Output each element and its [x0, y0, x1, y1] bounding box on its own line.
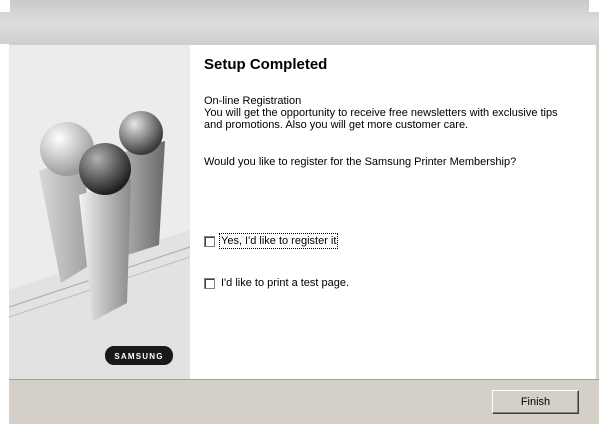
decorative-graphic: SAMSUNG [9, 45, 190, 379]
page-title: Setup Completed [204, 56, 328, 73]
register-option[interactable]: Yes, I'd like to register it [204, 233, 339, 249]
register-checkbox-label[interactable]: Yes, I'd like to register it [218, 233, 339, 249]
sidebar-illustration: SAMSUNG [9, 45, 191, 379]
test-page-option[interactable]: I'd like to print a test page. [204, 275, 349, 291]
test-page-checkbox[interactable] [204, 277, 215, 289]
registration-heading: On-line Registration [204, 95, 302, 107]
register-checkbox[interactable] [204, 235, 215, 247]
registration-question: Would you like to register for the Samsu… [204, 156, 517, 168]
registration-text-line2: and promotions. Also you will get more c… [204, 119, 469, 131]
installer-window: SAMSUNG Setup Completed On-line Registra… [0, 0, 599, 424]
title-bar-corner-right [589, 0, 599, 12]
title-bar-corner-left [0, 0, 10, 12]
title-bar [0, 0, 599, 45]
content-panel: Setup Completed On-line Registration You… [190, 45, 596, 379]
window-left-edge [0, 44, 9, 423]
samsung-logo-text: SAMSUNG [114, 352, 163, 361]
test-page-checkbox-label[interactable]: I'd like to print a test page. [221, 277, 349, 289]
finish-button[interactable]: Finish [492, 390, 579, 414]
registration-text-line1: You will get the opportunity to receive … [204, 107, 558, 119]
